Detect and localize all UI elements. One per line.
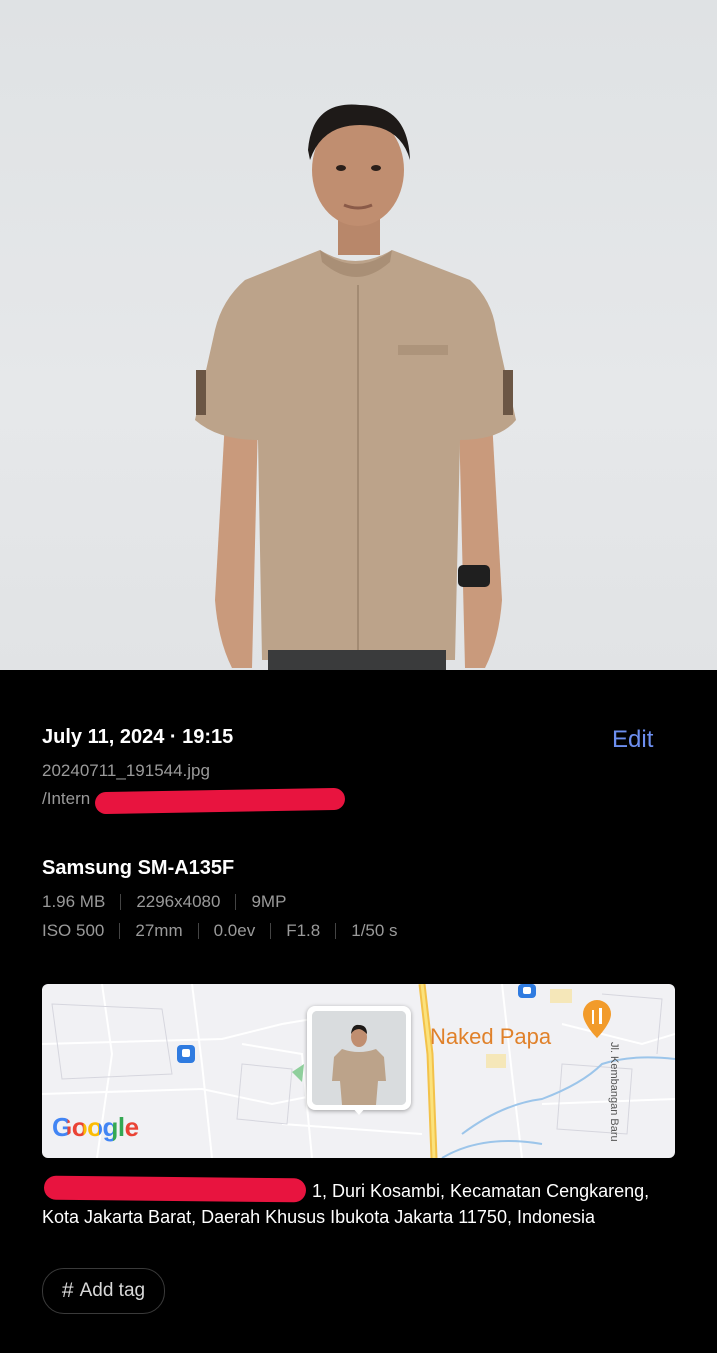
add-tag-label: Add tag (79, 1280, 146, 1301)
edit-details-button[interactable]: Edit (612, 726, 653, 754)
exposure-specs-row: ISO 500 27mm 0.0ev F1.8 1/50 s (42, 921, 398, 941)
location-map[interactable]: Naked Papa Jl. Kembangan Baru Google (42, 984, 675, 1158)
street-label: Jl. Kembangan Baru (608, 1042, 620, 1142)
photo-date: July 11, 2024 · 19:15 (42, 726, 234, 748)
aperture: F1.8 (286, 921, 321, 940)
train-station-icon (177, 1045, 195, 1063)
file-size: 1.96 MB (42, 892, 106, 911)
shutter-speed: 1/50 s (351, 921, 398, 940)
megapixels: 9MP (251, 892, 287, 911)
resolution: 2296x4080 (136, 892, 221, 911)
focal-length: 27mm (135, 921, 183, 940)
photo-preview[interactable] (0, 0, 717, 670)
google-logo: Google (52, 1112, 139, 1143)
google-logo-text: Google (52, 1112, 139, 1142)
exposure-value: 0.0ev (213, 921, 256, 940)
file-path: /Intern (42, 789, 91, 808)
iso-value: ISO 500 (42, 921, 105, 940)
photo-details-panel: July 11, 2024 · 19:15 Edit 20240711_1915… (0, 670, 717, 1353)
person-photo (195, 104, 516, 670)
restaurant-pin-icon (583, 1000, 611, 1038)
address-redaction (43, 1175, 307, 1203)
add-tag-button[interactable]: # Add tag (42, 1268, 165, 1314)
marker-thumbnail (312, 1011, 406, 1105)
train-station-icon (518, 984, 536, 998)
address-line-2: Kota Jakarta Barat, Daerah Khusus Ibukot… (42, 1207, 596, 1227)
camera-model: Samsung SM-A135F (42, 857, 235, 879)
path-redaction (94, 787, 346, 815)
photo-location-marker[interactable] (307, 1006, 411, 1115)
file-name: 20240711_191544.jpg (42, 761, 210, 780)
place-label: Naked Papa (430, 1024, 552, 1049)
hash-icon: # (61, 1279, 74, 1302)
file-specs-row: 1.96 MB 2296x4080 9MP (42, 892, 286, 912)
